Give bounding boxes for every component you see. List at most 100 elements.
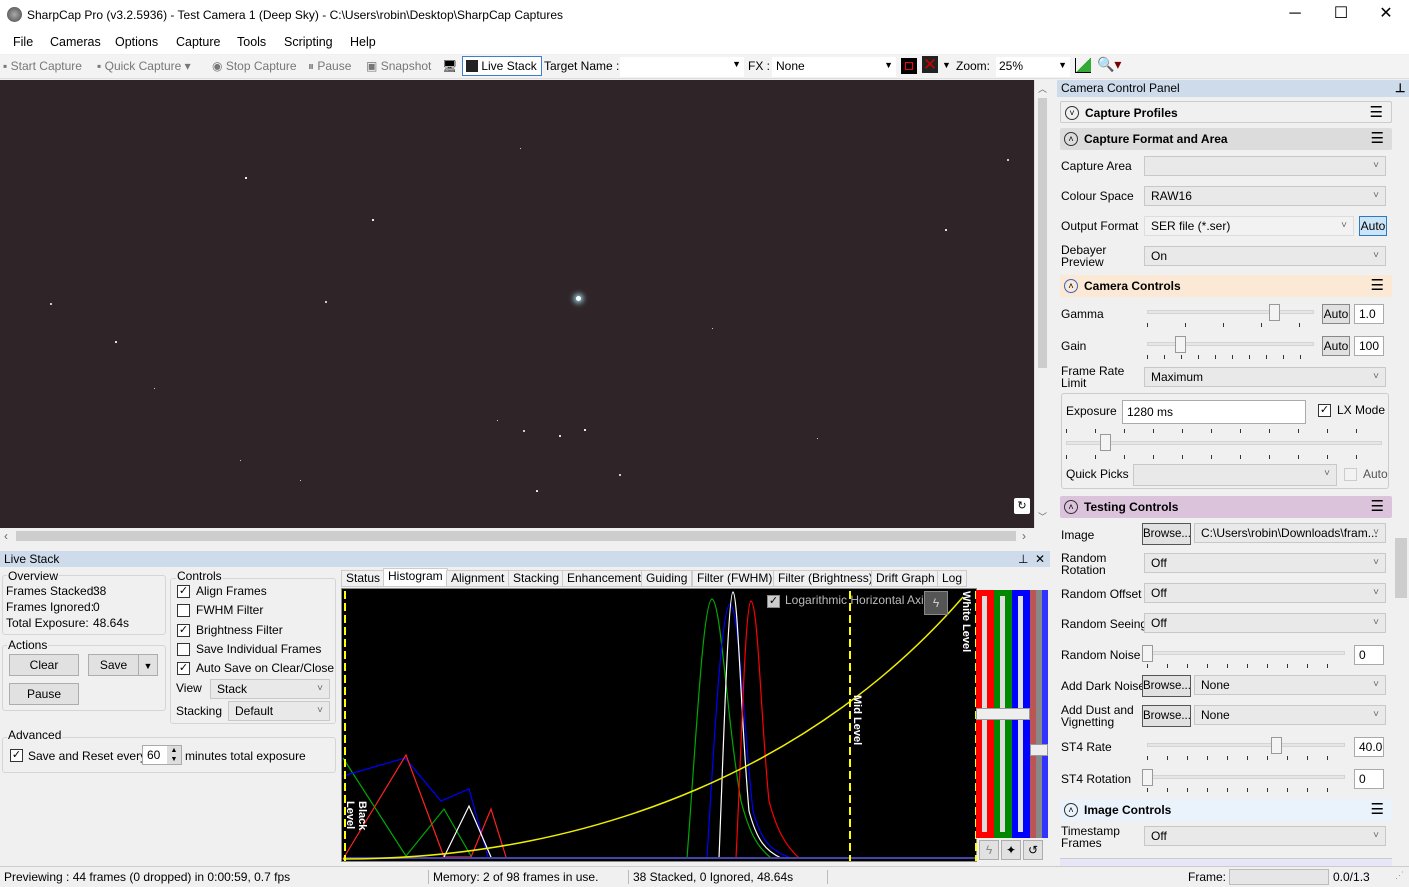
- timestamp-select[interactable]: Off: [1144, 826, 1386, 846]
- menu-icon[interactable]: ☰: [1370, 102, 1383, 124]
- random-noise-input[interactable]: 0: [1354, 645, 1384, 665]
- gain-slider[interactable]: [1147, 342, 1314, 346]
- scroll-right-icon[interactable]: ›: [1022, 529, 1026, 543]
- tab-stacking[interactable]: Stacking: [508, 570, 565, 587]
- maximize-button[interactable]: ☐: [1318, 0, 1364, 30]
- checkbox-auto-save-on-clear-close[interactable]: ✓: [177, 662, 190, 676]
- random-noise-slider-thumb[interactable]: [1142, 645, 1153, 662]
- scroll-down-icon[interactable]: ﹀: [1038, 510, 1047, 523]
- st4-rotation-slider-thumb[interactable]: [1142, 769, 1153, 786]
- debayer-select[interactable]: On: [1144, 246, 1386, 266]
- dust-browse-button[interactable]: Browse...: [1142, 705, 1191, 727]
- stacking-select[interactable]: Default: [228, 701, 330, 721]
- tab-filter-brightness-[interactable]: Filter (Brightness): [773, 570, 878, 587]
- st4-rate-input[interactable]: 40.0: [1354, 737, 1384, 757]
- fx-select[interactable]: None ▼: [772, 57, 896, 77]
- menu-options[interactable]: Options: [115, 35, 158, 49]
- gamma-auto-button[interactable]: Auto: [1322, 304, 1350, 324]
- scroll-thumb[interactable]: [1395, 538, 1407, 598]
- menu-cameras[interactable]: Cameras: [50, 35, 101, 49]
- close-button[interactable]: ✕: [1363, 0, 1409, 30]
- tab-guiding[interactable]: Guiding: [641, 570, 693, 587]
- gamma-input[interactable]: 1.0: [1354, 304, 1384, 324]
- channel-slider-thumb[interactable]: [976, 708, 1030, 720]
- scroll-up-icon[interactable]: ︿: [1038, 82, 1047, 95]
- lx-mode-checkbox[interactable]: ✓: [1318, 404, 1331, 417]
- frame-rate-select[interactable]: Maximum: [1144, 367, 1386, 387]
- menu-help[interactable]: Help: [350, 35, 376, 49]
- pause-stack-button[interactable]: Pause: [9, 683, 79, 705]
- dark-noise-select[interactable]: None: [1194, 675, 1386, 695]
- colour-space-select[interactable]: RAW16: [1144, 186, 1386, 206]
- reset-levels-button[interactable]: ↺: [1023, 840, 1043, 860]
- tab-log[interactable]: Log: [937, 570, 968, 587]
- tab-filter-fwhm-[interactable]: Filter (FWHM): [692, 570, 778, 587]
- output-format-auto-button[interactable]: Auto: [1359, 216, 1387, 236]
- camera-panel-scrollbar[interactable]: [1393, 98, 1409, 866]
- checkbox-align-frames[interactable]: ✓: [177, 585, 190, 598]
- scroll-left-icon[interactable]: ‹: [4, 529, 8, 543]
- tab-drift-graph[interactable]: Drift Graph: [871, 570, 940, 587]
- save-dropdown-button[interactable]: ▼: [138, 654, 158, 676]
- gain-input[interactable]: 100: [1354, 336, 1384, 356]
- gamma-slider-thumb[interactable]: [1269, 304, 1280, 321]
- checkbox-fwhm-filter[interactable]: [177, 604, 190, 618]
- menu-icon[interactable]: ☰: [1371, 128, 1384, 150]
- st4-rotation-slider[interactable]: [1147, 775, 1345, 779]
- save-reset-checkbox[interactable]: ✓: [10, 749, 23, 762]
- scroll-thumb[interactable]: [16, 531, 1016, 541]
- image-vertical-scrollbar[interactable]: ︿ ﹀: [1034, 80, 1050, 528]
- display-icon[interactable]: 🖥: [442, 59, 457, 73]
- menu-tools[interactable]: Tools: [237, 35, 266, 49]
- section-capture-profiles[interactable]: ˅ Capture Profiles ☰: [1060, 101, 1392, 123]
- menu-capture[interactable]: Capture: [176, 35, 220, 49]
- dark-noise-browse-button[interactable]: Browse...: [1142, 675, 1191, 697]
- random-offset-select[interactable]: Off: [1144, 583, 1386, 603]
- image-path-select[interactable]: C:\Users\robin\Downloads\fram...: [1194, 523, 1386, 543]
- section-image-controls[interactable]: ˄ Image Controls ☰: [1060, 799, 1392, 821]
- dropdown-arrow-icon[interactable]: ▼: [942, 60, 951, 70]
- saturation-slider[interactable]: [1030, 590, 1048, 838]
- section-capture-format[interactable]: ˄ Capture Format and Area ☰: [1060, 128, 1392, 150]
- target-name-input[interactable]: ▼: [620, 57, 744, 77]
- menu-file[interactable]: File: [13, 35, 33, 49]
- output-format-select[interactable]: SER file (*.ser): [1144, 216, 1354, 236]
- next-section-header[interactable]: [1060, 858, 1392, 866]
- exposure-input[interactable]: 1280 ms: [1122, 400, 1306, 424]
- menu-icon[interactable]: ☰: [1371, 496, 1384, 518]
- random-noise-slider[interactable]: [1147, 651, 1345, 655]
- image-horizontal-scrollbar[interactable]: ‹ ›: [0, 528, 1034, 544]
- checkbox-brightness-filter[interactable]: ✓: [177, 623, 190, 637]
- minutes-stepper[interactable]: 60 ▲ ▼: [142, 745, 182, 765]
- close-panel-icon[interactable]: ✕: [1035, 551, 1045, 567]
- gain-auto-button[interactable]: Auto: [1322, 336, 1350, 356]
- quick-picks-select[interactable]: [1133, 464, 1337, 486]
- dust-select[interactable]: None: [1194, 705, 1386, 725]
- pause-button[interactable]: ⏸ Pause: [308, 59, 351, 74]
- gamma-slider[interactable]: [1147, 310, 1314, 314]
- random-rotation-select[interactable]: Off: [1144, 553, 1386, 573]
- st4-rotation-input[interactable]: 0: [1354, 769, 1384, 789]
- st4-rate-slider-thumb[interactable]: [1271, 737, 1282, 754]
- capture-area-select[interactable]: [1144, 156, 1386, 176]
- snapshot-button[interactable]: ▣ Snapshot: [366, 59, 431, 73]
- save-button[interactable]: Save: [88, 654, 139, 676]
- exposure-slider[interactable]: [1066, 441, 1382, 445]
- tab-histogram[interactable]: Histogram: [383, 568, 448, 587]
- menu-scripting[interactable]: Scripting: [284, 35, 333, 49]
- tab-status[interactable]: Status: [341, 570, 386, 587]
- clear-button[interactable]: Clear: [9, 654, 79, 676]
- view-select[interactable]: Stack: [210, 679, 330, 699]
- start-capture-button[interactable]: ▪ Start Capture: [3, 59, 82, 73]
- live-stack-button[interactable]: Live Stack: [462, 56, 542, 76]
- crosshair-icon[interactable]: ✕: [922, 56, 938, 73]
- histogram-icon[interactable]: [1075, 58, 1091, 73]
- image-viewport[interactable]: ↻: [0, 80, 1034, 528]
- menu-icon[interactable]: ☰: [1371, 275, 1384, 297]
- st4-rate-slider[interactable]: [1147, 743, 1345, 747]
- scroll-thumb[interactable]: [1038, 98, 1047, 368]
- tab-enhancement[interactable]: Enhancement: [562, 570, 647, 587]
- gain-slider-thumb[interactable]: [1175, 336, 1186, 353]
- menu-icon[interactable]: ☰: [1371, 799, 1384, 821]
- reset-view-icon[interactable]: ↻: [1014, 498, 1030, 514]
